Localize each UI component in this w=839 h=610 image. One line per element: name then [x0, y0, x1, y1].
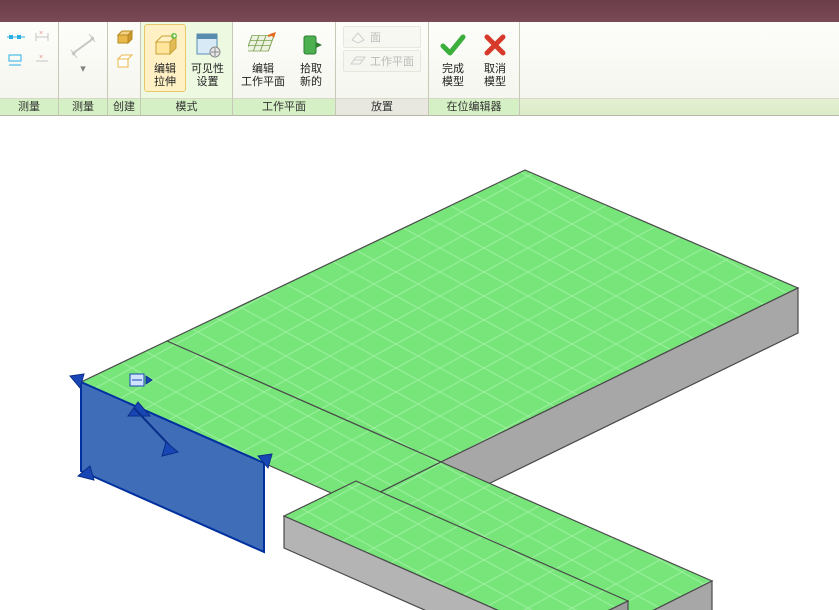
- cancel-model-label: 取消 模型: [484, 63, 506, 89]
- ribbon-group-mode: ✦ 编辑 拉伸 可见性 设置 模式: [141, 22, 233, 115]
- ribbon-group-place: 面 工作平面 放置: [336, 22, 429, 115]
- ribbon-group-measure: × × 测量: [0, 22, 59, 115]
- ribbon-group-workplane: 编辑 工作平面 拾取 新的 工作平面: [233, 22, 336, 115]
- measure-caret: ▾: [80, 63, 86, 76]
- finish-model-button[interactable]: 完成 模型: [432, 24, 474, 92]
- align-panel-button[interactable]: [5, 50, 27, 72]
- extrude-button[interactable]: [113, 26, 135, 48]
- ribbon-group-create: 创建: [108, 22, 141, 115]
- visibility-label: 可见性 设置: [191, 63, 224, 89]
- model-viewport[interactable]: [0, 116, 839, 610]
- dimension-x2-button: ×: [31, 50, 53, 72]
- pick-new-button[interactable]: 拾取 新的: [290, 24, 332, 92]
- x-icon: [479, 29, 511, 61]
- edit-workplane-label: 编辑 工作平面: [241, 63, 285, 89]
- pick-new-label: 拾取 新的: [300, 63, 322, 89]
- ribbon-group-editor: 完成 模型 取消 模型 在位编辑器: [429, 22, 520, 115]
- place-face-label: 面: [370, 29, 381, 45]
- grid-icon: [247, 29, 279, 61]
- void-extrude-button[interactable]: [113, 50, 135, 72]
- ribbon-tail: [520, 98, 839, 115]
- visibility-icon: [192, 29, 224, 61]
- pick-new-icon: [295, 29, 327, 61]
- place-face-button: 面: [343, 26, 421, 48]
- edit-extrude-label: 编辑 拉伸: [154, 63, 176, 89]
- group-label-place: 放置: [336, 98, 428, 115]
- svg-text:✦: ✦: [172, 33, 177, 40]
- group-label-editor: 在位编辑器: [429, 98, 519, 115]
- group-label-workplane: 工作平面: [233, 98, 335, 115]
- group-label-mode: 模式: [141, 98, 232, 115]
- ribbon-group-measure-tall: ▾ 测量: [59, 22, 108, 115]
- measure-dimension-button: ▾: [62, 24, 104, 79]
- dimension-x-button: ×: [31, 26, 53, 48]
- face-icon: [350, 30, 366, 44]
- window-titlebar: [0, 0, 839, 22]
- finish-model-label: 完成 模型: [442, 63, 464, 89]
- edit-extrude-icon: ✦: [149, 29, 181, 61]
- group-label-measure: 测量: [0, 98, 58, 115]
- ribbon: × × 测量 ▾ 测量: [0, 22, 839, 116]
- visibility-settings-button[interactable]: 可见性 设置: [186, 24, 229, 92]
- check-icon: [437, 29, 469, 61]
- workplane-small-icon: [350, 54, 366, 68]
- align-dimension-button[interactable]: [5, 26, 27, 48]
- svg-text:×: ×: [39, 30, 43, 37]
- edit-extrude-button[interactable]: ✦ 编辑 拉伸: [144, 24, 186, 92]
- cancel-model-button[interactable]: 取消 模型: [474, 24, 516, 92]
- place-workplane-label: 工作平面: [370, 53, 414, 69]
- group-label-create: 创建: [108, 98, 140, 115]
- svg-text:×: ×: [39, 54, 43, 61]
- place-workplane-button: 工作平面: [343, 50, 421, 72]
- group-label-measure2: 测量: [59, 98, 107, 115]
- edit-workplane-button[interactable]: 编辑 工作平面: [236, 24, 290, 92]
